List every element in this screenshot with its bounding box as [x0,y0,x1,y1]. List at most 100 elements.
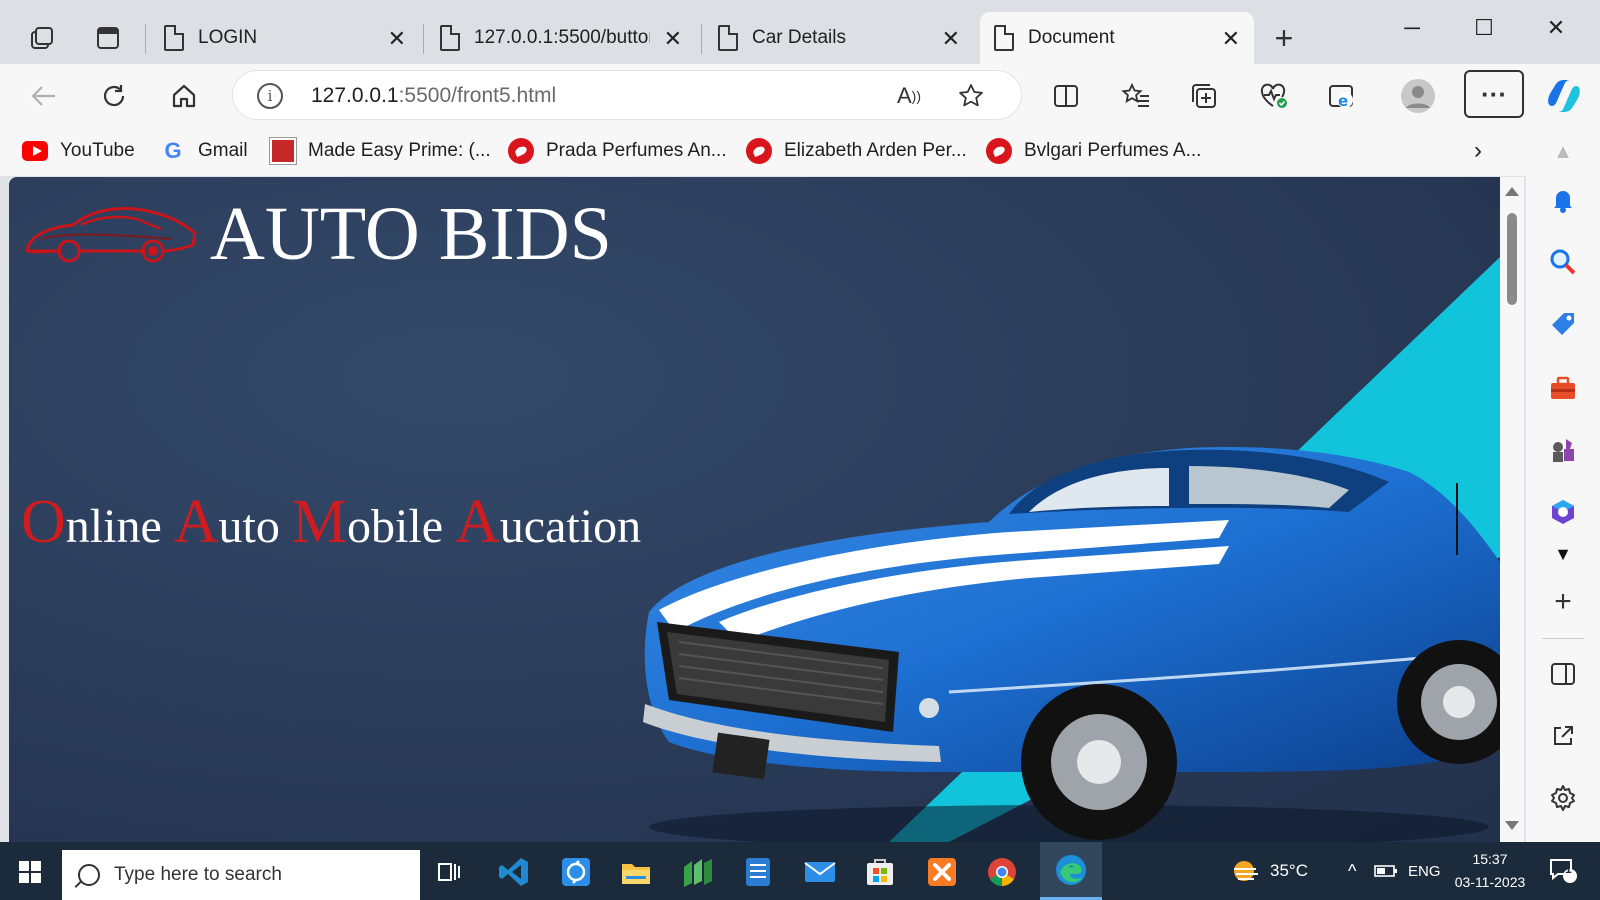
taskbar-search-box[interactable]: Type here to search [62,850,420,900]
svg-text:e: e [1338,92,1348,110]
new-tab-icon[interactable]: + [1262,16,1306,60]
text-cursor [1456,483,1458,555]
read-aloud-icon[interactable]: A)) [887,74,931,118]
address-bar[interactable]: i 127.0.0.1:5500/front5.html A)) [232,70,1022,120]
close-window-icon[interactable]: ✕ [1526,8,1586,48]
maximize-icon[interactable]: ☐ [1454,8,1514,48]
split-screen-icon[interactable] [1044,74,1088,118]
favorites-icon[interactable] [1114,74,1158,118]
sidebar-collapse-icon[interactable]: ▲ [1545,134,1581,170]
browser-toolbar: i 127.0.0.1:5500/front5.html A)) e ··· [0,64,1600,126]
microsoft-365-icon[interactable] [1545,494,1581,530]
tagline-initial: M [291,488,348,556]
bookmark-label: Made Easy Prime: (... [308,140,491,161]
word-app-icon[interactable] [738,852,778,892]
site-info-icon[interactable]: i [257,83,283,109]
file-explorer-icon[interactable] [616,852,656,892]
tab-document[interactable]: Document ✕ [980,12,1254,64]
more-options-icon[interactable]: ··· [1464,70,1524,118]
scroll-thumb[interactable] [1507,213,1517,305]
bookmark-made-easy[interactable]: Made Easy Prime: (... [269,136,491,166]
bookmark-youtube[interactable]: YouTube [22,136,135,166]
add-icon[interactable]: + [1545,584,1581,620]
home-icon[interactable] [162,74,206,118]
bookmark-gmail[interactable]: G Gmail [160,136,248,166]
page-viewport: AUTO BIDS Online Auto Mobile Aucation [9,177,1500,842]
bookmark-label: Gmail [198,140,248,161]
tab-title: 127.0.0.1:5500/button [474,27,650,48]
minimize-icon[interactable]: ─ [1382,8,1442,48]
shopping-tag-icon[interactable] [1545,306,1581,342]
favorite-star-icon[interactable] [949,74,993,118]
url-text[interactable]: 127.0.0.1:5500/front5.html [311,84,556,108]
tools-icon[interactable] [1545,370,1581,406]
bookmark-prada[interactable]: Prada Perfumes An... [508,136,727,166]
scroll-down-icon[interactable] [1505,821,1519,830]
close-tab-icon[interactable]: ✕ [1222,26,1240,52]
scroll-up-icon[interactable] [1505,187,1519,196]
chrome-icon[interactable] [982,852,1022,892]
profile-avatar[interactable] [1396,74,1440,118]
close-tab-icon[interactable]: ✕ [664,26,682,52]
weather-sun-icon [1234,861,1258,881]
page-icon [994,25,1014,51]
bookmark-elizabeth-arden[interactable]: Elizabeth Arden Per... [746,136,967,166]
tagline-word: uto [218,500,292,553]
close-tab-icon[interactable]: ✕ [942,26,960,52]
copilot-icon[interactable] [1542,74,1586,118]
system-clock[interactable]: 15:37 03-11-2023 [1440,848,1540,894]
tagline: Online Auto Mobile Aucation [21,487,641,558]
xampp-icon[interactable] [922,852,962,892]
bookmark-bvlgari[interactable]: Bvlgari Perfumes A... [986,136,1201,166]
microsoft-store-icon[interactable] [860,852,900,892]
tab-login[interactable]: LOGIN ✕ [150,12,420,64]
page-scrollbar[interactable] [1500,177,1524,842]
settings-gear-icon[interactable] [1545,780,1581,816]
search-icon[interactable] [1545,244,1581,280]
collections-icon[interactable] [1182,74,1226,118]
bookmark-label: Prada Perfumes An... [546,140,727,161]
tab-actions-icon[interactable] [86,16,130,60]
weather-widget[interactable]: 35°C [1228,842,1308,900]
close-tab-icon[interactable]: ✕ [388,26,406,52]
language-indicator[interactable]: ENG [1408,842,1441,900]
tab-button[interactable]: 127.0.0.1:5500/button ✕ [426,12,696,64]
chevron-right-icon[interactable]: › [1474,136,1482,166]
workspaces-icon[interactable] [20,16,64,60]
sidebar-panel-icon[interactable] [1545,656,1581,692]
windows-start-icon[interactable] [10,852,50,892]
chevron-down-icon[interactable]: ▼ [1545,536,1581,572]
youtube-icon [22,138,48,164]
clock-time: 15:37 [1472,851,1508,867]
mail-icon[interactable] [800,852,840,892]
edge-taskbar-icon[interactable] [1040,842,1102,900]
tagline-initial: O [21,488,66,556]
games-icon[interactable] [1545,432,1581,468]
battery-icon[interactable] [1374,842,1398,900]
page-icon [164,25,184,51]
bell-icon[interactable] [1545,182,1581,218]
tab-title: Document [1028,27,1115,48]
made-easy-icon [269,137,297,165]
bookmark-label: Elizabeth Arden Per... [784,140,967,161]
car-logo-icon [25,207,197,263]
ie-mode-icon[interactable]: e [1320,74,1364,118]
show-hidden-icons[interactable]: ^ [1348,842,1356,900]
rose-icon [986,138,1012,164]
browser-essentials-icon[interactable] [1252,74,1296,118]
page-icon [440,25,460,51]
vscode-icon[interactable] [494,852,534,892]
open-external-icon[interactable] [1545,718,1581,754]
green-app-icon[interactable] [678,852,718,892]
rose-icon [508,138,534,164]
notification-center-icon[interactable]: 1 [1548,842,1578,900]
bookmarks-bar: YouTube G Gmail Made Easy Prime: (... Pr… [0,126,1600,176]
refresh-icon[interactable] [92,74,136,118]
sync-app-icon[interactable] [556,852,596,892]
tab-car-details[interactable]: Car Details ✕ [704,12,974,64]
back-icon[interactable] [22,74,66,118]
sidebar-divider [1542,638,1584,639]
windows-taskbar: Type here to search 35°C ^ ENG 15:37 03-… [0,842,1600,900]
rose-icon [746,138,772,164]
task-view-icon[interactable] [430,852,470,892]
